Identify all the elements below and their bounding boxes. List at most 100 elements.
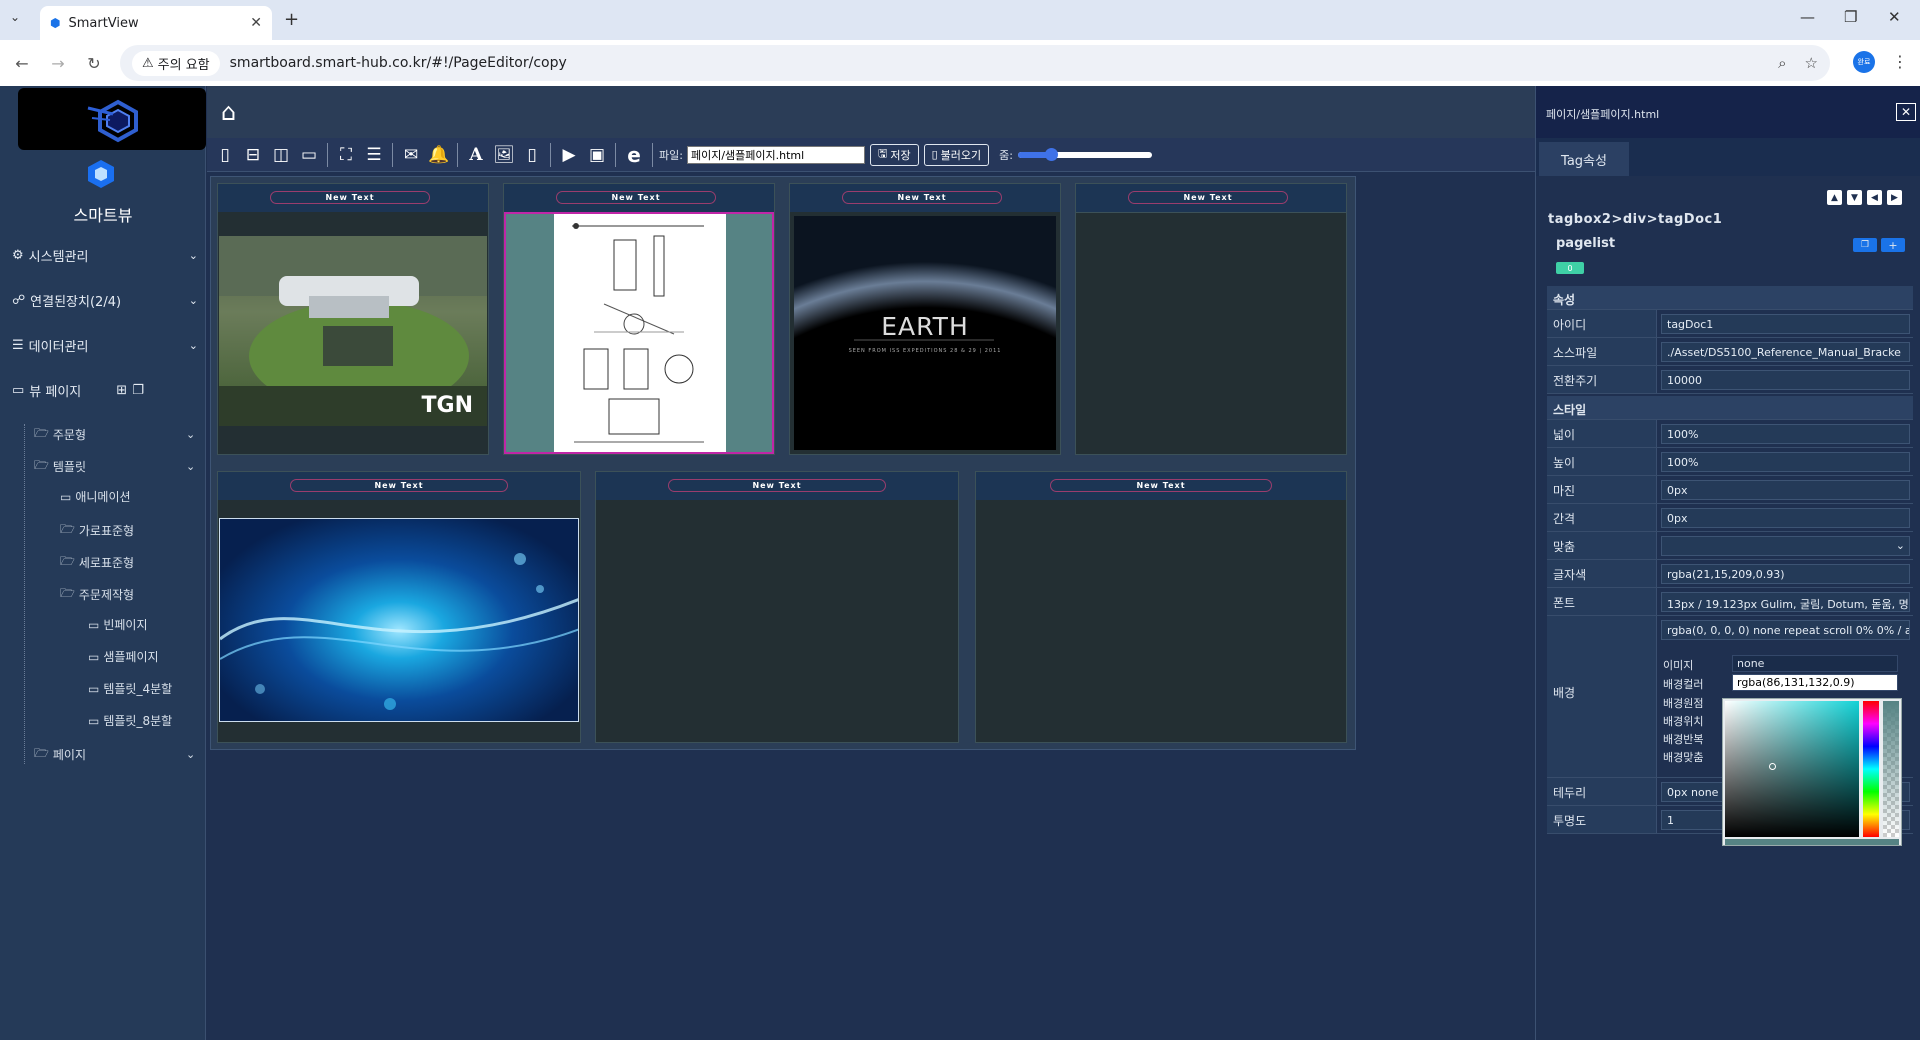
tree-folder-made-to-order[interactable]: 🗁 주문제작형 xyxy=(60,584,134,605)
panel-title[interactable]: New Text xyxy=(270,191,430,204)
profile-avatar[interactable]: 완료 xyxy=(1853,51,1875,73)
omnibox[interactable]: ⚠ 주의 요함 smartboard.smart-hub.co.kr/#!/Pa… xyxy=(120,45,1830,81)
security-warning[interactable]: ⚠ 주의 요함 xyxy=(132,50,220,76)
zoom-icon[interactable]: ⌕ xyxy=(1778,54,1786,72)
split-horizontal-icon[interactable]: ⊟ xyxy=(239,141,267,169)
bell-icon[interactable]: 🔔 xyxy=(425,141,453,169)
document-viewer-selected[interactable] xyxy=(504,212,774,454)
tab-search-icon[interactable]: ⌄ xyxy=(10,10,20,24)
prop-padding-input[interactable]: 0px xyxy=(1661,508,1910,528)
panel-2[interactable]: New Text xyxy=(503,183,775,455)
move-left-icon[interactable]: ◀ xyxy=(1867,190,1882,205)
panel-1[interactable]: New Text TGN xyxy=(217,183,489,455)
close-tab-icon[interactable]: ✕ xyxy=(250,15,262,31)
prop-font-input[interactable]: 13px / 19.123px Gulim, 굴림, Dotum, 돋움, 명: xyxy=(1661,592,1910,612)
prop-height-input[interactable]: 100% xyxy=(1661,452,1910,472)
panel-title[interactable]: New Text xyxy=(1050,479,1272,492)
reload-icon[interactable]: ↻ xyxy=(80,49,108,77)
folder-icon: 🗁 xyxy=(34,458,49,472)
folder-icon: 🗁 xyxy=(60,586,75,600)
browser-tab[interactable]: ⬢ SmartView ✕ xyxy=(40,6,272,40)
color-saturation-area[interactable] xyxy=(1725,701,1859,837)
panel-title[interactable]: New Text xyxy=(1128,191,1288,204)
save-button[interactable]: 🖫 저장 xyxy=(869,143,919,166)
restore-icon[interactable]: ❐ xyxy=(1844,8,1857,26)
text-icon[interactable]: A xyxy=(462,141,490,169)
frame-icon[interactable]: ⛶ xyxy=(332,141,360,169)
panel-title[interactable]: New Text xyxy=(842,191,1002,204)
panel-7[interactable]: New Text xyxy=(975,471,1347,743)
panel-6[interactable]: New Text xyxy=(595,471,959,743)
prop-margin-input[interactable]: 0px xyxy=(1661,480,1910,500)
load-button[interactable]: ▯ 불러오기 xyxy=(923,143,990,166)
tree-folder-horizontal[interactable]: 🗁 가로표준형 xyxy=(60,520,134,541)
panel-3[interactable]: New Text EARTH SEEN FROM ISS EXPEDITIONS… xyxy=(789,183,1061,455)
menu-devices[interactable]: ☍ 연결된장치(2/4) ⌄ xyxy=(12,291,198,310)
color-picker[interactable] xyxy=(1722,698,1902,846)
zoom-slider[interactable] xyxy=(1017,147,1152,161)
page-canvas[interactable]: New Text TGN New Text New Text EARTH SEE… xyxy=(210,176,1356,750)
menu-system[interactable]: ⚙ 시스템관리 ⌄ xyxy=(12,246,198,265)
bookmark-star-icon[interactable]: ☆ xyxy=(1805,54,1818,72)
prop-source-input[interactable]: ./Asset/DS5100_Reference_Manual_Bracke xyxy=(1661,342,1910,362)
panel-5[interactable]: New Text xyxy=(217,471,581,743)
panel-4[interactable]: New Text xyxy=(1075,183,1347,455)
move-right-icon[interactable]: ▶ xyxy=(1887,190,1902,205)
prop-color-input[interactable]: rgba(21,15,209,0.93) xyxy=(1661,564,1910,584)
tab-tag-properties[interactable]: Tag속성 xyxy=(1539,142,1629,176)
prop-background-input[interactable]: rgba(0, 0, 0, 0) none repeat scroll 0% 0… xyxy=(1661,620,1910,640)
bg-image-input[interactable]: none xyxy=(1732,655,1898,672)
section-attributes: 속성 xyxy=(1547,286,1913,310)
forward-icon[interactable]: → xyxy=(44,49,72,77)
bg-color-input[interactable]: rgba(86,131,132,0.9) xyxy=(1732,674,1898,691)
prop-width-input[interactable]: 100% xyxy=(1661,424,1910,444)
document-icon[interactable]: ▯ xyxy=(518,141,546,169)
copy-page-icon[interactable]: ❐ xyxy=(132,383,144,398)
prop-interval-input[interactable]: 10000 xyxy=(1661,370,1910,390)
tree-item-blank-page[interactable]: ▭ 빈페이지 xyxy=(88,616,148,633)
browser-menu-icon[interactable]: ⋮ xyxy=(1892,52,1908,71)
prop-align-select[interactable]: ⌄ xyxy=(1661,536,1910,556)
split-vertical-icon[interactable]: ◫ xyxy=(267,141,295,169)
alpha-slider[interactable] xyxy=(1883,701,1899,837)
color-picker-cursor[interactable] xyxy=(1769,763,1776,770)
tree-item-template-8[interactable]: ▭ 템플릿_8분할 xyxy=(88,712,172,729)
tree-item-template-4[interactable]: ▭ 템플릿_4분할 xyxy=(88,680,172,697)
close-window-icon[interactable]: ✕ xyxy=(1888,8,1901,26)
panel-title[interactable]: New Text xyxy=(668,479,886,492)
tree-folder-custom[interactable]: 🗁 주문형 ⌄ xyxy=(34,424,195,445)
card-icon[interactable]: ▭ xyxy=(295,141,323,169)
close-panel-icon[interactable]: ✕ xyxy=(1896,103,1916,121)
toolbar-divider xyxy=(392,142,393,167)
back-icon[interactable]: ← xyxy=(8,49,36,77)
list-icon[interactable]: ☰ xyxy=(360,141,388,169)
add-component-button[interactable]: + xyxy=(1881,238,1905,252)
add-page-icon[interactable]: ⊞ xyxy=(116,383,127,398)
menu-data[interactable]: ☰ 데이터관리 ⌄ xyxy=(12,336,198,355)
web-browser-icon[interactable]: e xyxy=(620,141,648,169)
zoom-slider-thumb[interactable] xyxy=(1045,147,1059,161)
image-icon[interactable]: 🖼 xyxy=(490,141,518,169)
menu-view-page[interactable]: ▭ 뷰 페이지 ⊞ ❐ xyxy=(12,381,198,400)
tree-folder-page[interactable]: 🗁 페이지 ⌄ xyxy=(34,744,195,765)
copy-component-button[interactable]: ❐ xyxy=(1853,238,1877,252)
move-up-icon[interactable]: ▲ xyxy=(1827,190,1842,205)
home-icon[interactable]: ⌂ xyxy=(221,98,236,126)
prop-id-input[interactable]: tagDoc1 xyxy=(1661,314,1910,334)
page-icon[interactable]: ▯ xyxy=(211,141,239,169)
new-tab-icon[interactable]: + xyxy=(284,9,299,30)
minimize-icon[interactable]: — xyxy=(1800,8,1815,26)
video-icon[interactable]: ▶ xyxy=(555,141,583,169)
tree-folder-vertical[interactable]: 🗁 세로표준형 xyxy=(60,552,134,573)
hue-slider[interactable] xyxy=(1863,701,1879,837)
tree-item-sample-page[interactable]: ▭ 샘플페이지 xyxy=(88,648,159,665)
move-down-icon[interactable]: ▼ xyxy=(1847,190,1862,205)
panel-title[interactable]: New Text xyxy=(556,191,716,204)
tree-item-animation[interactable]: ▭ 애니메이션 xyxy=(60,488,131,505)
bg-label: 배경원점 xyxy=(1663,697,1704,710)
panel-title[interactable]: New Text xyxy=(290,479,508,492)
file-path-input[interactable]: 페이지/샘플페이지.html xyxy=(686,145,865,164)
media-file-icon[interactable]: ▣ xyxy=(583,141,611,169)
tree-folder-template[interactable]: 🗁 템플릿 ⌄ xyxy=(34,456,195,477)
mail-icon[interactable]: ✉ xyxy=(397,141,425,169)
